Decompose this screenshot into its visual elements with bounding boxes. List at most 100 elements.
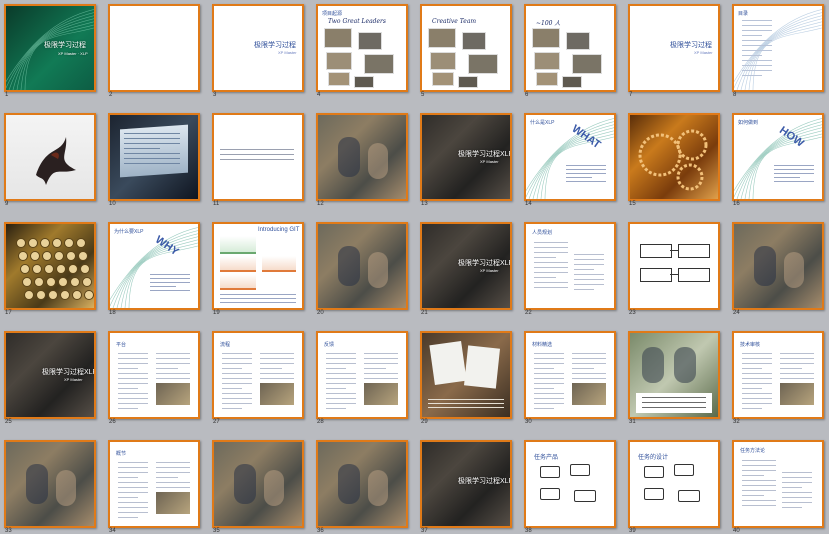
slide-thumbnail-cell[interactable]: 为什么要XLP WHY 18 (108, 222, 201, 316)
slide-thumbnail[interactable] (212, 440, 304, 528)
slide-thumbnail-cell[interactable]: 极限学习过程 XP Master 3 (212, 4, 305, 98)
text-line (326, 373, 356, 374)
slide-thumbnail-cell[interactable]: ~100 人 6 (524, 4, 617, 98)
slide-thumbnail-cell[interactable]: 平台 26 (108, 331, 201, 425)
slide-heading: 反馈 (324, 342, 335, 348)
slide-thumbnail[interactable]: 材料精选 (524, 331, 616, 419)
text-line (642, 407, 706, 408)
slide-title: 极限学习过程XLP (458, 478, 512, 485)
slide-thumbnail-cell[interactable]: 23 (628, 222, 721, 316)
slide-thumbnail-cell[interactable]: 任务的设计 39 (628, 440, 721, 534)
slide-thumbnail-cell[interactable]: 极限学习过程 XP Master · XLP 1 (4, 4, 97, 98)
slide-thumbnail[interactable] (628, 113, 720, 201)
slide-number: 7 (629, 92, 633, 98)
slide-thumbnail-cell[interactable]: 31 (628, 331, 721, 425)
slide-thumbnail-cell[interactable]: 人员规划 22 (524, 222, 617, 316)
slide-thumbnail-cell[interactable]: 10 (108, 113, 201, 207)
slide-thumbnail[interactable]: 项目起源 Two Great Leaders (316, 4, 408, 92)
slide-thumbnail[interactable] (212, 113, 304, 201)
typewriter-key (56, 264, 66, 274)
slide-thumbnail-cell[interactable]: 2 (108, 4, 201, 98)
slide-thumbnail[interactable]: 技术审核 (732, 331, 824, 419)
slide-thumbnail[interactable] (108, 113, 200, 201)
slide-thumbnail[interactable]: 极限学习过程 XP Master · XLP (4, 4, 96, 92)
text-line (534, 378, 564, 379)
text-line (742, 398, 772, 399)
slide-thumbnail-cell[interactable]: 任务方法论 40 (732, 440, 825, 534)
text-line (534, 252, 568, 253)
slide-thumbnail-cell[interactable]: Creative Team 5 (420, 4, 513, 98)
slide-thumbnail[interactable]: 极限学习过程XLP XP Master (4, 331, 96, 419)
slide-number: 18 (109, 310, 116, 316)
slide-thumbnail-cell[interactable]: 24 (732, 222, 825, 316)
slide-thumbnail[interactable] (420, 331, 512, 419)
slide-thumbnail-cell[interactable]: 15 (628, 113, 721, 207)
slide-thumbnail-cell[interactable]: 极限学习过程XLP 37 (420, 440, 513, 534)
slide-thumbnail[interactable]: ~100 人 (524, 4, 616, 92)
slide-thumbnail-cell[interactable]: Introducing GIT 19 (212, 222, 305, 316)
slide-thumbnail-cell[interactable]: 概节 34 (108, 440, 201, 534)
typewriter-key (36, 290, 46, 300)
slide-thumbnail-cell[interactable]: 17 (4, 222, 97, 316)
slide-number: 24 (733, 310, 740, 316)
slide-thumbnail[interactable]: Creative Team (420, 4, 512, 92)
slide-thumbnail-cell[interactable]: 反馈 28 (316, 331, 409, 425)
slide-thumbnail[interactable] (628, 222, 720, 310)
slide-thumbnail[interactable] (108, 4, 200, 92)
slide-thumbnail-cell[interactable]: 什么是XLP WHAT 14 (524, 113, 617, 207)
text-line (222, 408, 242, 409)
person-blur (754, 246, 776, 286)
slide-thumbnail-cell[interactable]: 12 (316, 113, 409, 207)
slide-thumbnail[interactable]: 什么是XLP WHAT (524, 113, 616, 201)
slide-thumbnail-cell[interactable]: 技术审核 32 (732, 331, 825, 425)
slide-thumbnail-cell[interactable]: 33 (4, 440, 97, 534)
slide-number: 22 (525, 310, 532, 316)
slide-thumbnail[interactable]: 目录 (732, 4, 824, 92)
slide-thumbnail[interactable]: 概节 (108, 440, 200, 528)
slide-thumbnail[interactable]: 极限学习过程XLP XP Master (420, 222, 512, 310)
slide-thumbnail[interactable]: 如何做到 HOW (732, 113, 824, 201)
slide-thumbnail-cell[interactable]: 20 (316, 222, 409, 316)
slide-thumbnail[interactable]: 平台 (108, 331, 200, 419)
slide-thumbnail[interactable]: 任务的设计 (628, 440, 720, 528)
ink-splash-icon (36, 137, 76, 185)
slide-thumbnail-cell[interactable]: 极限学习过程XLP XP Master 21 (420, 222, 513, 316)
slide-thumbnail[interactable] (316, 440, 408, 528)
slide-thumbnail[interactable]: 任务方法论 (732, 440, 824, 528)
slide-thumbnail-cell[interactable]: 任务产品 38 (524, 440, 617, 534)
slide-thumbnail-cell[interactable]: 极限学习过程XLP XP Master 25 (4, 331, 97, 425)
slide-thumbnail[interactable]: 任务产品 (524, 440, 616, 528)
slide-thumbnail-cell[interactable]: 如何做到 HOW 16 (732, 113, 825, 207)
slide-thumbnail[interactable] (4, 440, 96, 528)
slide-thumbnail-cell[interactable]: 流程 27 (212, 331, 305, 425)
slide-thumbnail-cell[interactable]: 36 (316, 440, 409, 534)
slide-thumbnail[interactable] (732, 222, 824, 310)
slide-thumbnail-cell[interactable]: 材料精选 30 (524, 331, 617, 425)
person-blur (264, 470, 284, 506)
slide-thumbnail[interactable] (4, 222, 96, 310)
slide-thumbnail-cell[interactable]: 9 (4, 113, 97, 207)
slide-thumbnail[interactable] (628, 331, 720, 419)
slide-thumbnail[interactable] (316, 113, 408, 201)
slide-thumbnail[interactable]: 为什么要XLP WHY (108, 222, 200, 310)
slide-thumbnail[interactable]: 极限学习过程XLP (420, 440, 512, 528)
slide-thumbnail-cell[interactable]: 极限学习过程 XP Master 7 (628, 4, 721, 98)
slide-thumbnail[interactable]: 流程 (212, 331, 304, 419)
text-line (566, 173, 606, 174)
slide-thumbnail[interactable]: Introducing GIT (212, 222, 304, 310)
team-photo (562, 76, 582, 88)
slide-thumbnail-cell[interactable]: 目录 8 (732, 4, 825, 98)
slide-thumbnail-cell[interactable]: 项目起源 Two Great Leaders 4 (316, 4, 409, 98)
slide-thumbnail-cell[interactable]: 11 (212, 113, 305, 207)
slide-thumbnail[interactable] (4, 113, 96, 201)
slide-thumbnail[interactable]: 极限学习过程 XP Master (628, 4, 720, 92)
slide-thumbnail-cell[interactable]: 35 (212, 440, 305, 534)
slide-thumbnail[interactable] (316, 222, 408, 310)
slide-thumbnail-cell[interactable]: 29 (420, 331, 513, 425)
slide-thumbnail[interactable]: 极限学习过程XLP XP Master (420, 113, 512, 201)
slide-thumbnail[interactable]: 人员规划 (524, 222, 616, 310)
text-line (326, 363, 356, 364)
slide-thumbnail[interactable]: 反馈 (316, 331, 408, 419)
slide-thumbnail-cell[interactable]: 极限学习过程XLP XP Master 13 (420, 113, 513, 207)
slide-thumbnail[interactable]: 极限学习过程 XP Master (212, 4, 304, 92)
